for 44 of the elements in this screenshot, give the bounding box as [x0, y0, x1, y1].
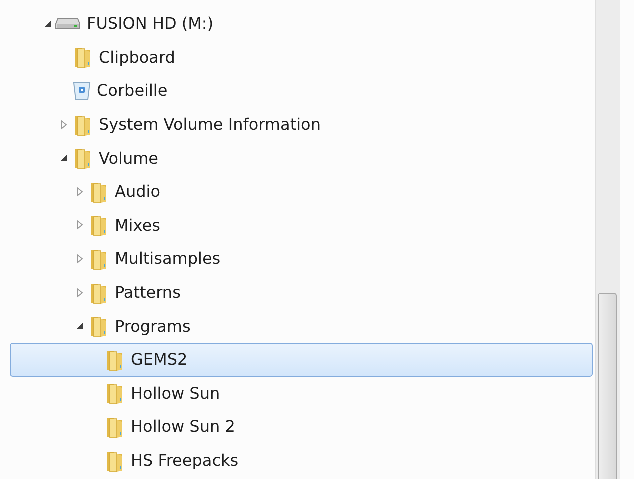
tree-item[interactable]: Programs	[10, 309, 593, 343]
tree-item[interactable]: Mixes	[10, 208, 593, 242]
tree-item[interactable]: Clipboard	[10, 40, 593, 74]
item-label: GEMS2	[131, 350, 188, 370]
scrollbar-thumb[interactable]	[598, 293, 617, 479]
item-label: HS Freepacks	[131, 451, 239, 470]
tree-item[interactable]: Volume	[10, 141, 593, 175]
tree-item[interactable]: Audio	[10, 174, 593, 209]
item-label: Clipboard	[99, 48, 176, 67]
folder-icon	[89, 314, 109, 338]
collapsed-arrow-icon[interactable]	[76, 186, 84, 197]
item-label: Corbeille	[97, 81, 168, 100]
expanded-arrow-icon[interactable]	[44, 20, 52, 28]
expanded-arrow-icon[interactable]	[60, 154, 68, 162]
folder-icon	[105, 381, 125, 406]
item-label: Volume	[99, 148, 159, 168]
tree-item[interactable]: Corbeille	[10, 74, 593, 108]
tree-item[interactable]: Multisamples	[10, 242, 593, 276]
collapsed-arrow-icon[interactable]	[60, 120, 68, 130]
item-label: Hollow Sun 2	[131, 417, 236, 436]
tree-item[interactable]: GEMS2	[10, 342, 593, 377]
folder-icon	[73, 45, 93, 70]
folder-icon	[89, 213, 109, 238]
item-label: Audio	[115, 182, 160, 202]
item-label: Mixes	[115, 216, 160, 235]
tree-item[interactable]: Hollow Sun	[10, 376, 593, 410]
item-label: Patterns	[115, 283, 181, 302]
item-label: System Volume Information	[99, 115, 321, 134]
tree-item[interactable]: System Volume Information	[10, 108, 593, 142]
tree-item[interactable]: FUSION HD (M:)	[10, 7, 593, 41]
collapsed-arrow-icon[interactable]	[76, 220, 84, 230]
item-label: Programs	[115, 316, 191, 336]
tree-item[interactable]: Hollow Sun 2	[10, 410, 593, 444]
tree-item[interactable]: Patterns	[10, 276, 593, 310]
recycle-bin-icon	[73, 80, 91, 101]
collapsed-arrow-icon[interactable]	[76, 288, 84, 298]
item-label: FUSION HD (M:)	[87, 14, 214, 34]
folder-icon	[73, 146, 93, 170]
tree-item[interactable]: HS Freepacks	[10, 444, 593, 478]
collapsed-arrow-icon[interactable]	[76, 254, 84, 264]
item-label: Hollow Sun	[131, 384, 220, 403]
drive-icon	[55, 16, 81, 31]
item-label: Multisamples	[115, 249, 221, 268]
expanded-arrow-icon[interactable]	[76, 322, 84, 330]
